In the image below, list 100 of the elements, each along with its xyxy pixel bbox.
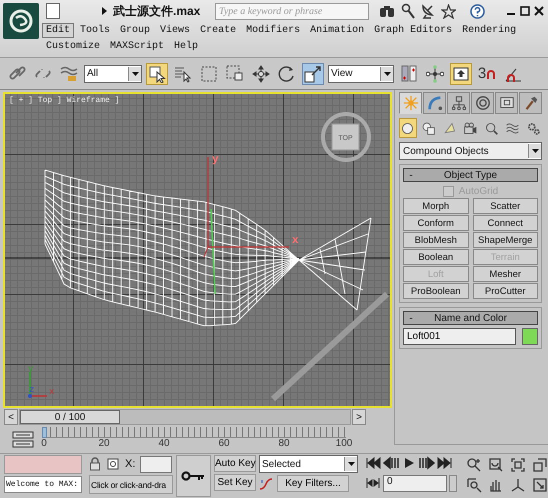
snap-toggle[interactable]: 3	[476, 62, 498, 84]
viewport-navigation-icon[interactable]	[488, 457, 504, 473]
auto-key-button[interactable]: Auto Key	[214, 455, 256, 472]
go-to-start-icon[interactable]	[365, 456, 381, 470]
display-icon	[498, 95, 514, 111]
object-type-button[interactable]: Conform	[403, 215, 468, 231]
select-object-icon[interactable]	[146, 62, 168, 84]
rollout-header[interactable]: - Object Type	[403, 168, 538, 182]
window-title: 武士源文件.max	[113, 2, 202, 20]
menu-item[interactable]: Group	[116, 22, 154, 38]
axis-tripod-icon	[28, 372, 47, 398]
object-type-button[interactable]: Connect	[472, 215, 538, 231]
menu-item[interactable]: Rendering	[458, 22, 520, 38]
object-type-button[interactable]: Boolean	[403, 249, 468, 265]
viewport-navigation-icon[interactable]	[532, 457, 548, 473]
color-swatch[interactable]	[522, 328, 538, 345]
viewport-navigation-icon[interactable]	[488, 477, 504, 493]
caret-icon	[132, 72, 138, 76]
command-panel-tab[interactable]	[471, 92, 494, 114]
viewport-navigation-icon[interactable]	[510, 477, 526, 493]
go-to-end-icon[interactable]	[437, 456, 453, 470]
time-slider-thumb[interactable]: 0 / 100	[20, 410, 120, 424]
menu-item[interactable]: Views	[156, 22, 194, 38]
axis-label: y	[212, 154, 219, 166]
object-name-field[interactable]: Loft001	[403, 328, 516, 345]
next-key-icon[interactable]	[419, 456, 435, 470]
menu-item[interactable]: Edit	[42, 22, 74, 38]
pivot-icon[interactable]	[424, 62, 446, 84]
category-dropdown[interactable]: Compound Objects	[399, 142, 542, 160]
previous-frame-button[interactable]: <	[4, 409, 18, 426]
key-mode-dropdown[interactable]: Selected	[259, 455, 358, 473]
viewport-label[interactable]: [ + ] Top ] Wireframe ]	[9, 96, 120, 105]
menu-item[interactable]: Help	[170, 38, 202, 54]
caret-icon	[532, 149, 538, 153]
manipulate-icon[interactable]	[450, 62, 472, 84]
viewport-navigation-icon[interactable]	[510, 457, 526, 473]
menu-item[interactable]: Create	[196, 22, 240, 38]
target-icon	[474, 95, 490, 111]
lock-icon[interactable]	[89, 457, 101, 471]
tick-label: 0	[41, 438, 47, 450]
object-type-button[interactable]: ProBoolean	[403, 283, 468, 299]
tick-label: 60	[218, 438, 230, 450]
star-icon[interactable]	[441, 4, 456, 18]
previous-key-icon[interactable]	[383, 456, 399, 470]
menu-item[interactable]: MAXScript	[106, 38, 168, 54]
listener-output-field[interactable]: Welcome to MAX:	[4, 476, 82, 493]
menu-item[interactable]: Modifiers	[242, 22, 304, 38]
scale-icon[interactable]	[302, 62, 324, 84]
category-icon[interactable]	[399, 118, 417, 138]
x-coordinate-field[interactable]	[140, 456, 172, 472]
object-type-button[interactable]: ProCutter	[472, 283, 538, 299]
tick-label: 80	[278, 438, 290, 450]
axis-label: x	[49, 387, 54, 397]
move-icon[interactable]	[250, 62, 272, 84]
object-type-button[interactable]: Mesher	[472, 266, 538, 282]
menu-item[interactable]: Animation	[306, 22, 368, 38]
next-frame-button[interactable]: >	[352, 409, 366, 426]
viewport-navigation-icon[interactable]	[466, 457, 482, 473]
selection-icon[interactable]	[106, 457, 120, 471]
viewport-navigation-icon[interactable]	[466, 477, 482, 493]
reference-coordinate-dropdown[interactable]: View	[328, 64, 394, 82]
collapse-toggle[interactable]: -	[404, 170, 418, 180]
maxscript-listener-field[interactable]	[4, 455, 82, 474]
viewcube-drawing[interactable]	[321, 112, 371, 162]
command-panel-tab[interactable]	[447, 92, 470, 114]
menu-item[interactable]: Graph Editors	[370, 22, 456, 38]
rollout-title: Name and Color	[433, 312, 508, 324]
close-icon[interactable]	[534, 6, 544, 16]
set-key-toggle[interactable]	[176, 455, 211, 497]
rollout-header[interactable]: - Name and Color	[403, 311, 538, 325]
command-panel-tab[interactable]	[495, 92, 518, 114]
key-filters-button[interactable]: Key Filters...	[277, 475, 349, 492]
current-frame-field[interactable]: 0	[383, 474, 447, 492]
menu-item[interactable]: Customize	[42, 38, 104, 54]
selection-filter-dropdown[interactable]: All	[84, 64, 142, 82]
magnet-icon	[486, 68, 496, 78]
command-panel-tab[interactable]	[519, 92, 542, 114]
time-configuration-icon[interactable]	[365, 476, 381, 490]
binoculars-icon[interactable]	[379, 4, 395, 18]
time-marker[interactable]	[42, 427, 47, 438]
curve-icon	[426, 95, 442, 111]
object-type-button[interactable]: BlobMesh	[403, 232, 468, 248]
rollout-title: Object Type	[442, 170, 498, 180]
tangent-curve-icon[interactable]	[259, 476, 273, 490]
track-bar-icon[interactable]	[12, 431, 34, 450]
object-type-button[interactable]: ShapeMerge	[472, 232, 538, 248]
document-icon[interactable]	[46, 3, 60, 19]
menu-item[interactable]: Tools	[76, 22, 114, 38]
object-type-button[interactable]: Scatter	[472, 198, 538, 214]
tick-label: 20	[98, 438, 110, 450]
app-logo-icon[interactable]	[3, 3, 39, 39]
track-bar[interactable]: 0 20 40 60 80 100	[44, 427, 354, 452]
maximize-icon[interactable]	[520, 6, 530, 16]
viewport-navigation-icon[interactable]	[532, 477, 548, 493]
satellite-dish-icon[interactable]	[421, 3, 435, 19]
help-icon[interactable]	[470, 4, 485, 18]
object-type-button[interactable]: Morph	[403, 198, 468, 214]
set-key-button[interactable]: Set Key	[214, 474, 256, 491]
search-field[interactable]: Type a keyword or phrase	[215, 2, 369, 20]
collapse-toggle[interactable]: -	[404, 312, 418, 324]
